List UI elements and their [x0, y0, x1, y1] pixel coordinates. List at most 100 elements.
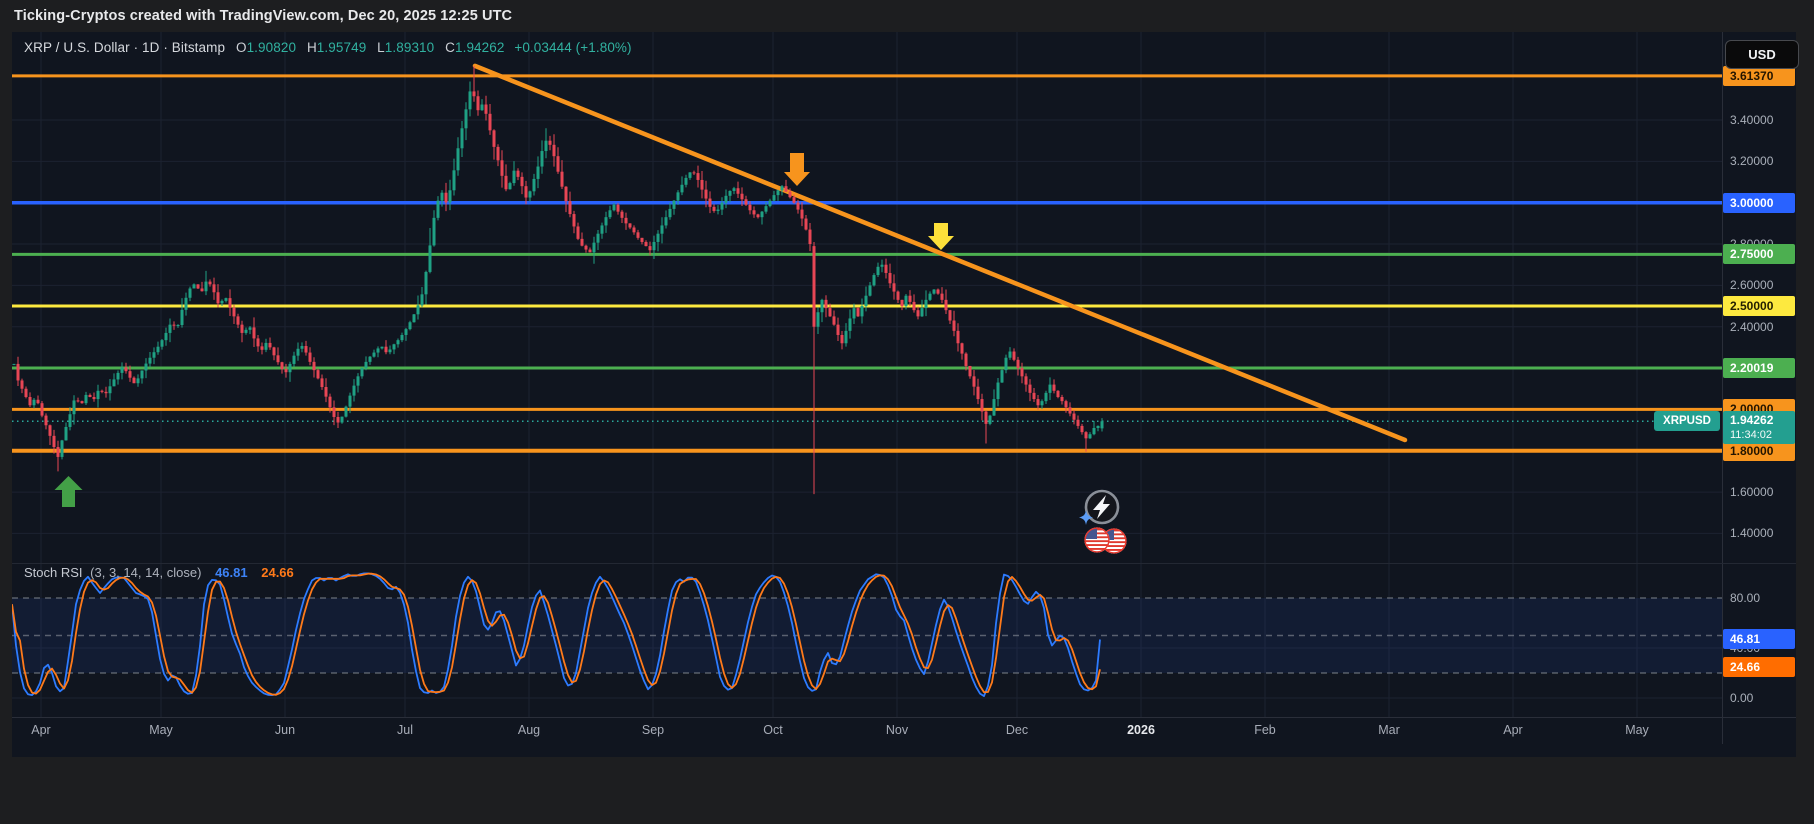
- candle-body: [588, 249, 592, 253]
- candle-body: [548, 140, 552, 145]
- candle-body: [156, 346, 160, 353]
- candle-body: [508, 183, 512, 190]
- candle-body: [988, 415, 992, 424]
- candle-body: [12, 363, 16, 365]
- time-axis[interactable]: [12, 717, 1796, 744]
- candle-body: [848, 318, 852, 331]
- candle-body: [824, 299, 828, 309]
- candle-body: [316, 370, 320, 379]
- candle-body: [232, 307, 236, 317]
- candle-body: [172, 324, 176, 326]
- candle-body: [720, 202, 724, 210]
- candle-body: [60, 440, 64, 457]
- candle-body: [840, 334, 844, 344]
- candle-body: [792, 197, 796, 203]
- candle-body: [652, 241, 656, 251]
- candle-body: [144, 363, 148, 371]
- indicator-legend: Stoch RSI (3, 3, 14, 14, close) 46.81 24…: [24, 565, 294, 580]
- candle-body: [88, 394, 92, 397]
- candle-body: [892, 283, 896, 292]
- candle-body: [1072, 413, 1076, 420]
- candle-body: [1084, 432, 1088, 439]
- candle-body: [468, 91, 472, 110]
- stoch-band: [12, 597, 1722, 674]
- candle-body: [84, 394, 88, 404]
- us-flags-sticker[interactable]: [1084, 527, 1127, 554]
- candle-body: [340, 416, 344, 423]
- candle-body: [352, 385, 356, 396]
- candle-body: [1100, 421, 1104, 429]
- candle-body: [796, 202, 800, 210]
- candle-body: [916, 310, 920, 317]
- candle-body: [120, 367, 124, 373]
- candle-body: [476, 96, 480, 111]
- candle-body: [812, 246, 816, 327]
- down-arrow-marker[interactable]: [784, 153, 810, 186]
- candle-body: [752, 210, 756, 215]
- candle-body: [264, 342, 268, 350]
- candle-body: [584, 245, 588, 250]
- candle-body: [460, 128, 464, 149]
- candle-body: [80, 401, 84, 404]
- candle-body: [664, 217, 668, 226]
- candle-body: [816, 312, 820, 327]
- candle-body: [456, 148, 460, 171]
- candle-body: [936, 289, 940, 294]
- candle-body: [756, 214, 760, 218]
- candle-body: [256, 338, 260, 347]
- chart-canvas[interactable]: [0, 0, 1814, 824]
- candle-body: [376, 348, 380, 353]
- candle-body: [412, 314, 416, 323]
- candle-body: [324, 387, 328, 397]
- candle-body: [592, 242, 596, 253]
- candle-body: [1028, 384, 1032, 393]
- candle-body: [1032, 392, 1036, 400]
- candle-body: [216, 292, 220, 304]
- candle-body: [384, 346, 388, 353]
- candle-body: [608, 210, 612, 218]
- symbol-legend: XRP / U.S. Dollar · 1D · Bitstamp O1.908…: [24, 40, 632, 55]
- candle-body: [1056, 390, 1060, 397]
- candle-body: [896, 291, 900, 300]
- candle-body: [28, 396, 32, 406]
- candle-body: [124, 367, 128, 372]
- candle-body: [64, 426, 68, 441]
- candle-body: [16, 363, 20, 381]
- candle-body: [716, 209, 720, 211]
- candle-body: [492, 130, 496, 147]
- up-arrow-marker[interactable]: [54, 476, 83, 507]
- candle-body: [540, 151, 544, 167]
- candle-body: [968, 365, 972, 377]
- candle-body: [728, 190, 732, 196]
- change-value: +0.03444 (+1.80%): [514, 40, 632, 55]
- candle-body: [620, 211, 624, 218]
- down-arrow-marker[interactable]: [928, 223, 954, 250]
- lightning-circle-sticker[interactable]: [1079, 489, 1120, 525]
- candle-body: [240, 324, 244, 333]
- candle-body: [372, 352, 376, 357]
- candle-body: [304, 346, 308, 353]
- candle-body: [668, 208, 672, 218]
- footer-bar: TradingView: [0, 757, 1814, 824]
- candle-body: [844, 330, 848, 344]
- candle-body: [1092, 428, 1096, 435]
- candle-body: [1044, 392, 1048, 402]
- candle-body: [176, 324, 180, 326]
- candle-body: [880, 264, 884, 267]
- candle-body: [660, 225, 664, 234]
- candle-body: [320, 378, 324, 388]
- candle-body: [696, 173, 700, 180]
- indicator-title: Stoch RSI: [24, 565, 83, 580]
- candle-body: [940, 293, 944, 300]
- candle-body: [1008, 351, 1012, 358]
- candle-body: [76, 400, 80, 402]
- candle-body: [684, 177, 688, 185]
- candle-body: [908, 295, 912, 302]
- candle-body: [932, 289, 936, 294]
- candle-body: [944, 299, 948, 311]
- candle-body: [380, 346, 384, 349]
- candle-body: [576, 226, 580, 239]
- candle-body: [556, 156, 560, 172]
- price-axis[interactable]: [1722, 32, 1796, 717]
- currency-toggle-button[interactable]: USD: [1725, 40, 1799, 69]
